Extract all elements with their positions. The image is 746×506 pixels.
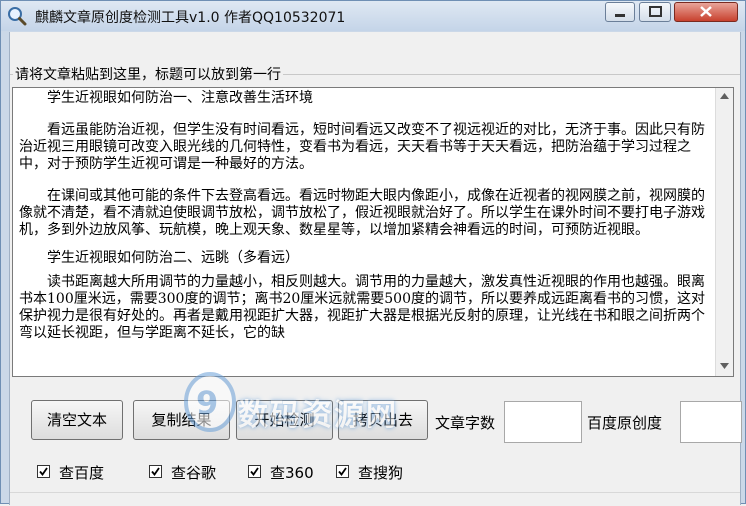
checkbox-box xyxy=(336,465,349,478)
minimize-button[interactable] xyxy=(605,2,635,22)
editor-group-label: 请将文章粘贴到这里，标题可以放到第一行 xyxy=(13,64,283,84)
checkbox-box xyxy=(149,465,162,478)
article-paragraph: 看远虽能防治近视，但学生没有时间看远，短时间看远又改变不了视远视近的对比，无济于… xyxy=(19,122,705,172)
close-button[interactable] xyxy=(674,2,738,22)
close-icon xyxy=(700,6,712,17)
scroll-up-button[interactable] xyxy=(716,88,733,105)
article-paragraph: 在课间或其他可能的条件下去登高看远。看远时物距大眼内像距小，成像在近视者的视网膜… xyxy=(19,188,705,238)
article-text[interactable]: 学生近视眼如何防治一、注意改善生活环境 看远虽能防治近视，但学生没有时间看远，短… xyxy=(19,90,705,357)
scroll-up-icon xyxy=(720,93,729,99)
article-paragraph: 学生近视眼如何防治一、注意改善生活环境 xyxy=(47,90,313,106)
minimize-icon xyxy=(615,14,625,17)
client-area: 请将文章粘贴到这里，标题可以放到第一行 学生近视眼如何防治一、注意改善生活环境 … xyxy=(9,32,742,506)
app-window: 麒麟文章原创度检测工具v1.0 作者QQ10532071 请将文章粘贴到这里，标… xyxy=(0,0,746,506)
title-bar[interactable]: 麒麟文章原创度检测工具v1.0 作者QQ10532071 xyxy=(1,1,745,31)
check-sogou-label: 查搜狗 xyxy=(358,464,404,482)
article-paragraph: 读书距离越大所用调节的力量越小，相反则越大。调节用的力量越大，激发真性近视眼的作… xyxy=(19,274,705,341)
svg-text:9: 9 xyxy=(196,384,218,422)
check-google-label: 查谷歌 xyxy=(171,464,217,482)
check-sogou-checkbox[interactable]: 查搜狗 xyxy=(336,462,436,482)
clear-text-button[interactable]: 清空文本 xyxy=(31,400,123,440)
checkmark-icon xyxy=(250,467,259,476)
window-title: 麒麟文章原创度检测工具v1.0 作者QQ10532071 xyxy=(35,10,346,26)
check-baidu-checkbox[interactable]: 查百度 xyxy=(37,462,137,482)
article-textarea[interactable]: 学生近视眼如何防治一、注意改善生活环境 看远虽能防治近视，但学生没有时间看远，短… xyxy=(12,87,734,377)
vertical-scrollbar[interactable] xyxy=(715,88,733,376)
maximize-button[interactable] xyxy=(639,2,671,22)
watermark: 9 数码资源网 xyxy=(182,370,742,440)
watermark-logo-icon: 9 xyxy=(184,372,236,432)
check-360-label: 查360 xyxy=(270,464,314,482)
magnifier-app-icon xyxy=(7,6,27,26)
checkbox-box xyxy=(37,465,50,478)
checkmark-icon xyxy=(338,467,347,476)
check-google-checkbox[interactable]: 查谷歌 xyxy=(149,462,249,482)
check-360-checkbox[interactable]: 查360 xyxy=(248,462,338,482)
article-paragraph: 学生近视眼如何防治二、远眺（多看远） xyxy=(47,250,299,266)
checkmark-icon xyxy=(39,467,48,476)
checkbox-box xyxy=(248,465,261,478)
check-baidu-label: 查百度 xyxy=(59,464,105,482)
scroll-down-icon xyxy=(720,363,729,369)
watermark-text: 数码资源网 xyxy=(238,398,398,433)
maximize-icon xyxy=(649,6,662,17)
checkmark-icon xyxy=(151,467,160,476)
